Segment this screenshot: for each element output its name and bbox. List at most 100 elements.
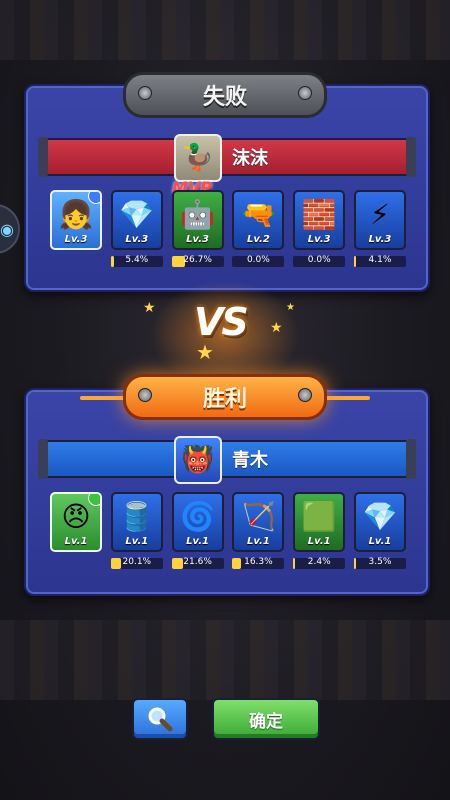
level-label: Lv.3 (64, 234, 88, 245)
tesla-tower-icon: ⚡ (370, 198, 390, 231)
tower-card[interactable]: 🧱 Lv.3 0.0% (293, 190, 346, 267)
damage-share-bar: 3.5% (353, 557, 406, 569)
damage-share-text: 3.5% (368, 557, 392, 567)
card-tile: 💎 Lv.1 (353, 492, 406, 552)
tower-card[interactable]: 🌀 Lv.1 21.6% (171, 492, 224, 569)
hero-card[interactable]: 😠 Lv.1 (50, 492, 102, 569)
card-tile: 🌀 Lv.1 (171, 492, 224, 552)
star-icon: ★ (143, 300, 156, 316)
drum-cannon-tower-icon: 🛢️ (119, 500, 155, 533)
bar-endcap (38, 439, 48, 479)
win-banner: 胜利 (123, 374, 327, 420)
tower-card[interactable]: 💎 Lv.3 5.4% (110, 190, 163, 267)
red-monster-avatar-icon: 👹 (181, 445, 215, 475)
damage-share-bar: 20.1% (110, 557, 163, 569)
hero-card[interactable]: 👧 Lv.3 (50, 190, 102, 267)
card-tile: 👧 Lv.3 (50, 190, 102, 250)
damage-share-bar: 16.3% (232, 557, 285, 569)
damage-share-text: 16.3% (244, 557, 273, 567)
level-label: Lv.1 (125, 536, 149, 547)
bolt-icon (138, 388, 152, 402)
loser-name-bar: 🦆 沫沫 (38, 134, 416, 182)
background-strip (0, 0, 450, 60)
banner-line (322, 396, 370, 400)
pink-hair-hero-icon: 👧 (58, 198, 94, 231)
damage-share-text: 21.6% (183, 557, 212, 567)
duck-avatar-icon: 🦆 (181, 143, 215, 173)
hero-class-badge-icon (88, 494, 100, 506)
card-tile: 😠 Lv.1 (50, 492, 102, 552)
loser-avatar[interactable]: 🦆 (174, 134, 222, 182)
background-strip (0, 620, 450, 700)
machine-gun-tower-icon: 🤖 (180, 198, 216, 231)
bar-endcap (38, 137, 48, 177)
loser-player-name: 沫沫 (232, 148, 268, 169)
hero-class-badge-icon (88, 192, 100, 204)
level-label: Lv.3 (186, 234, 210, 245)
winner-name-bar: 👹 青木 (38, 436, 416, 484)
tower-card[interactable]: 🛢️ Lv.1 20.1% (110, 492, 163, 569)
damage-share-text: 2.4% (307, 557, 331, 567)
star-icon: ★ (286, 302, 295, 313)
tower-card[interactable]: 🟩 Lv.1 2.4% (293, 492, 346, 569)
spring-tower-icon: 🌀 (180, 500, 216, 533)
bolt-icon (298, 86, 312, 100)
tower-card[interactable]: 🤖 Lv.3 26.7% (171, 190, 224, 267)
lose-banner: 失败 (123, 72, 327, 118)
search-button[interactable] (132, 698, 188, 740)
tower-card[interactable]: ⚡ Lv.3 4.1% (353, 190, 406, 267)
winner-player-name: 青木 (232, 450, 268, 471)
win-title: 胜利 (202, 387, 247, 412)
level-label: Lv.1 (368, 536, 392, 547)
level-label: Lv.3 (307, 234, 331, 245)
magnifier-icon (148, 707, 173, 732)
bolt-icon (138, 86, 152, 100)
bolt-icon (298, 388, 312, 402)
winner-card-row: 😠 Lv.1 🛢️ Lv.1 20.1% 🌀 Lv.1 21.6% 🏹 Lv.1 16.3% 🟩 Lv.… (50, 492, 406, 569)
level-label: Lv.1 (246, 536, 270, 547)
crystal-tower-icon: 💎 (362, 500, 398, 533)
damage-share-bar: 5.4% (110, 255, 163, 267)
card-tile: ⚡ Lv.3 (353, 190, 406, 250)
damage-share-text: 0.0% (246, 255, 270, 265)
damage-share-bar: 21.6% (171, 557, 224, 569)
damage-share-text: 20.1% (122, 557, 152, 567)
card-tile: 🛢️ Lv.1 (110, 492, 163, 552)
confirm-button[interactable]: 确定 (212, 698, 320, 740)
damage-share-bar: 0.0% (232, 255, 285, 267)
card-tile: 💎 Lv.3 (110, 190, 163, 250)
tower-card[interactable]: 🔫 Lv.2 0.0% (232, 190, 285, 267)
damage-share-text: 4.1% (368, 255, 392, 265)
star-icon: ★ (270, 320, 283, 336)
level-label: Lv.2 (246, 234, 270, 245)
side-drawer-tab[interactable]: ◉ (0, 204, 20, 254)
card-tile: 🏹 Lv.1 (232, 492, 285, 552)
level-label: Lv.1 (307, 536, 331, 547)
damage-share-bar: 4.1% (353, 255, 406, 267)
level-label: Lv.3 (125, 234, 149, 245)
confirm-label: 确定 (249, 711, 283, 732)
tower-card[interactable]: 💎 Lv.1 3.5% (353, 492, 406, 569)
damage-share-text: 0.0% (307, 255, 331, 265)
level-label: Lv.1 (64, 536, 88, 547)
card-tile: 🧱 Lv.3 (293, 190, 346, 250)
catapult-tower-icon: 🏹 (240, 500, 276, 533)
level-label: Lv.3 (368, 234, 392, 245)
bar-endcap (406, 439, 416, 479)
level-label: Lv.1 (186, 536, 210, 547)
red-bunker-tower-icon: 🧱 (301, 198, 337, 231)
tower-card[interactable]: 🏹 Lv.1 16.3% (232, 492, 285, 569)
damage-share-bar: 0.0% (293, 255, 346, 267)
damage-share-text: 26.7% (183, 255, 212, 265)
bar-endcap (406, 137, 416, 177)
cannon-tower-icon: 🔫 (240, 198, 276, 231)
crystal-tower-icon: 💎 (119, 198, 155, 231)
soldier-hero-icon: 😠 (61, 500, 91, 533)
winner-avatar[interactable]: 👹 (174, 436, 222, 484)
damage-share-text: 5.4% (125, 255, 149, 265)
lose-title: 失败 (202, 85, 247, 110)
card-tile: 🔫 Lv.2 (232, 190, 285, 250)
card-tile: 🤖 Lv.3 (171, 190, 224, 250)
damage-share-bar: 26.7% (171, 255, 224, 267)
damage-share-bar: 2.4% (293, 557, 346, 569)
